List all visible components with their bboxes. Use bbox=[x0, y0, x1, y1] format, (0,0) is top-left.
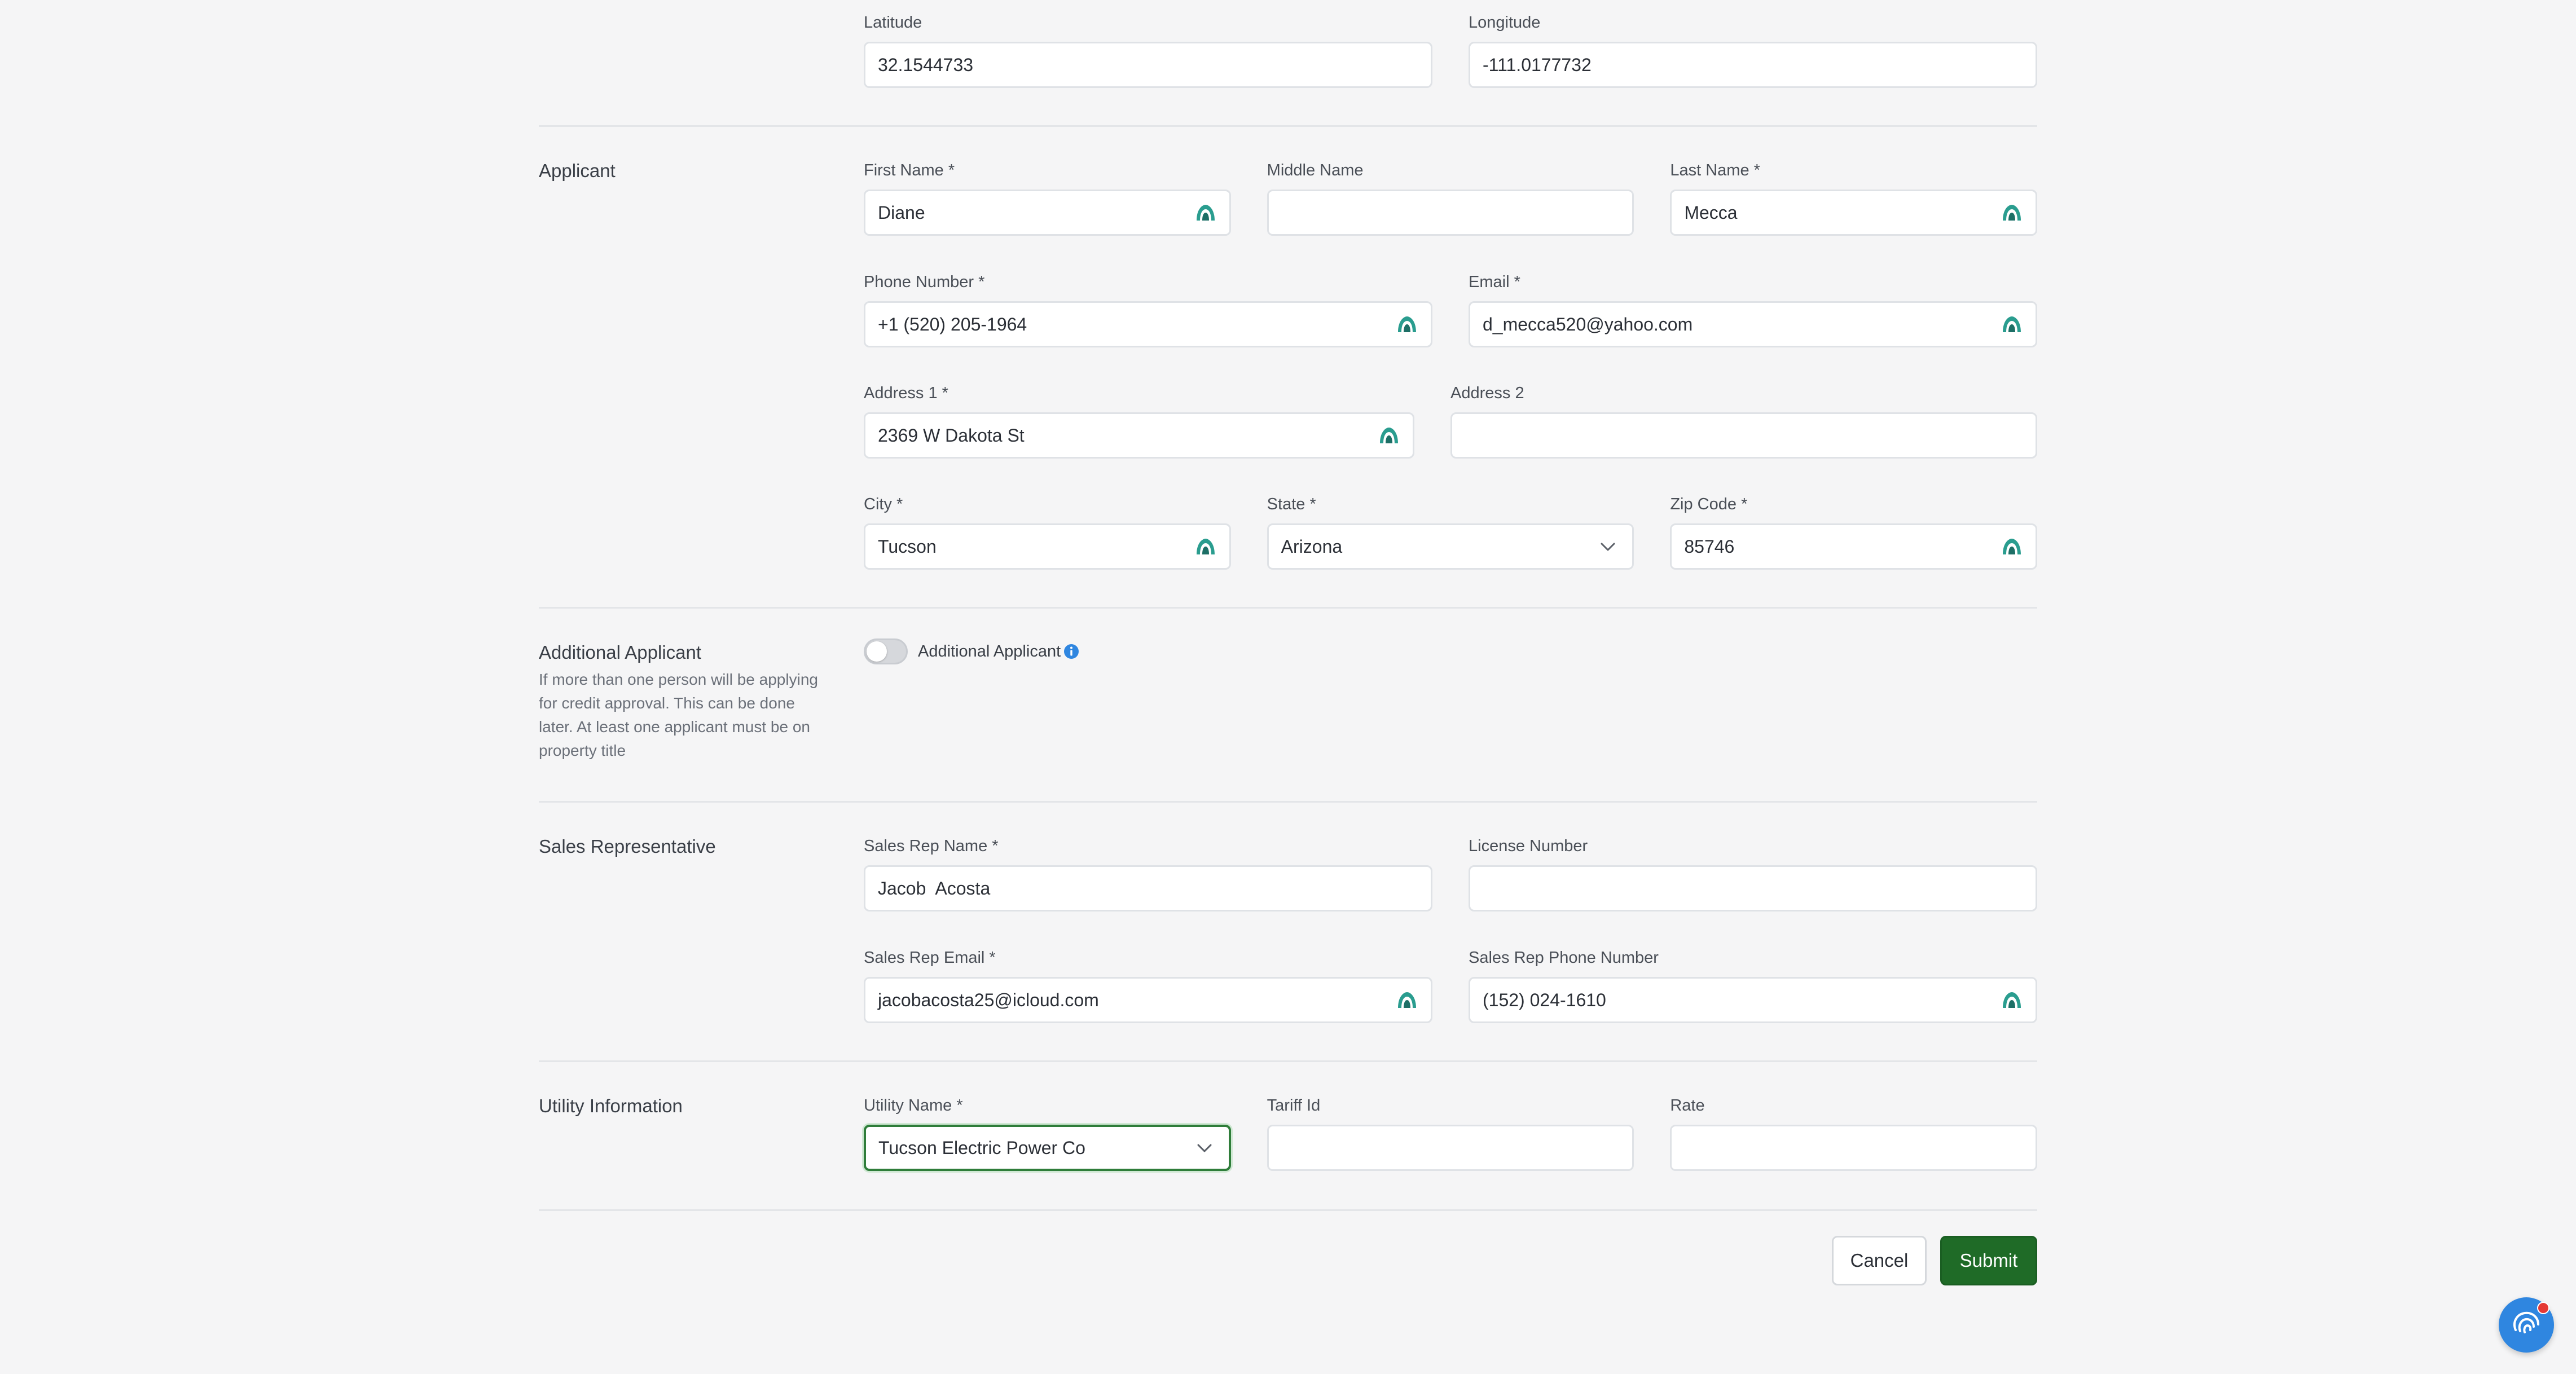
last-name-field: Last Name * Mecca bbox=[1670, 159, 2038, 236]
chevron-down-icon bbox=[1197, 1144, 1212, 1152]
additional-applicant-toggle-label: Additional Applicant bbox=[918, 642, 1061, 660]
rate-input[interactable] bbox=[1670, 1125, 2038, 1171]
phone-label: Phone Number * bbox=[864, 273, 985, 291]
additional-applicant-title: Additional Applicant bbox=[539, 642, 702, 663]
utility-name-field: Utility Name * Tucson Electric Power Co bbox=[864, 1094, 1231, 1171]
longitude-field: Longitude -111.0177732 bbox=[1469, 11, 2037, 88]
email-label: Email * bbox=[1469, 273, 1520, 291]
address1-input[interactable]: 2369 W Dakota St bbox=[864, 412, 1414, 459]
sales-rep-section: Sales Representative Sales Rep Name * Ja… bbox=[539, 801, 2037, 1062]
chevron-down-icon bbox=[1601, 543, 1615, 551]
license-number-input[interactable] bbox=[1469, 865, 2037, 911]
sales-rep-phone-label: Sales Rep Phone Number bbox=[1469, 949, 1659, 967]
rate-field: Rate bbox=[1670, 1094, 2038, 1171]
address1-field: Address 1 * 2369 W Dakota St bbox=[864, 382, 1414, 459]
first-name-field: First Name * Diane bbox=[864, 159, 1231, 236]
city-label: City * bbox=[864, 495, 903, 513]
sales-rep-name-input[interactable]: Jacob Acosta bbox=[864, 865, 1432, 911]
address2-field: Address 2 bbox=[1450, 382, 2037, 459]
cancel-button[interactable]: Cancel bbox=[1832, 1236, 1927, 1285]
first-name-input[interactable]: Diane bbox=[864, 190, 1231, 236]
sales-rep-email-input[interactable]: jacobacosta25@icloud.com bbox=[864, 977, 1432, 1023]
first-name-label: First Name * bbox=[864, 161, 955, 179]
submit-button[interactable]: Submit bbox=[1940, 1236, 2037, 1285]
latitude-field: Latitude 32.1544733 bbox=[864, 11, 1432, 88]
tariff-id-input[interactable] bbox=[1267, 1125, 1634, 1171]
autofill-icon[interactable] bbox=[1194, 535, 1217, 558]
city-field: City * Tucson bbox=[864, 493, 1231, 570]
latitude-label: Latitude bbox=[864, 14, 922, 32]
zip-label: Zip Code * bbox=[1670, 495, 1748, 513]
utility-name-select[interactable]: Tucson Electric Power Co bbox=[864, 1125, 1231, 1171]
middle-name-field: Middle Name bbox=[1267, 159, 1634, 236]
autofill-icon[interactable] bbox=[2001, 201, 2023, 224]
address2-label: Address 2 bbox=[1450, 384, 1524, 402]
last-name-input[interactable]: Mecca bbox=[1670, 190, 2038, 236]
applicant-section: Applicant First Name * Diane Middle Name… bbox=[539, 125, 2038, 609]
state-label: State * bbox=[1267, 495, 1316, 513]
state-select[interactable]: Arizona bbox=[1267, 523, 1634, 570]
autofill-icon[interactable] bbox=[2001, 313, 2023, 336]
autofill-icon[interactable] bbox=[1396, 313, 1418, 336]
middle-name-label: Middle Name bbox=[1267, 161, 1364, 179]
rate-label: Rate bbox=[1670, 1096, 1705, 1115]
utility-name-label: Utility Name * bbox=[864, 1096, 963, 1115]
email-field: Email * d_mecca520@yahoo.com bbox=[1469, 271, 2037, 347]
additional-applicant-section: Additional Applicant If more than one pe… bbox=[539, 607, 2037, 803]
license-number-field: License Number bbox=[1469, 835, 2037, 911]
latitude-input[interactable]: 32.1544733 bbox=[864, 42, 1432, 88]
middle-name-input[interactable] bbox=[1267, 190, 1634, 236]
autofill-icon[interactable] bbox=[2001, 535, 2023, 558]
sales-rep-title: Sales Representative bbox=[539, 836, 716, 857]
autofill-icon[interactable] bbox=[1396, 989, 1418, 1011]
phone-field: Phone Number * +1 (520) 205-1964 bbox=[864, 271, 1432, 347]
longitude-input[interactable]: -111.0177732 bbox=[1469, 42, 2037, 88]
autofill-icon[interactable] bbox=[1378, 424, 1400, 447]
longitude-label: Longitude bbox=[1469, 14, 1541, 32]
additional-applicant-toggle-row: Additional Applicant bbox=[864, 638, 1080, 664]
zip-input[interactable]: 85746 bbox=[1670, 523, 2038, 570]
sales-rep-name-label: Sales Rep Name * bbox=[864, 837, 999, 855]
chat-support-button[interactable] bbox=[2499, 1297, 2554, 1353]
info-icon[interactable] bbox=[1063, 643, 1080, 660]
tariff-id-field: Tariff Id bbox=[1267, 1094, 1634, 1171]
last-name-label: Last Name * bbox=[1670, 161, 1760, 179]
additional-applicant-description: If more than one person will be applying… bbox=[539, 671, 818, 759]
address2-input[interactable] bbox=[1450, 412, 2037, 459]
toggle-knob bbox=[867, 641, 887, 662]
additional-applicant-toggle[interactable] bbox=[864, 638, 908, 664]
sales-rep-phone-input[interactable]: (152) 024-1610 bbox=[1469, 977, 2037, 1023]
autofill-icon[interactable] bbox=[2001, 989, 2023, 1011]
email-input[interactable]: d_mecca520@yahoo.com bbox=[1469, 301, 2037, 347]
tariff-id-label: Tariff Id bbox=[1267, 1096, 1321, 1115]
address1-label: Address 1 * bbox=[864, 384, 948, 402]
sales-rep-email-field: Sales Rep Email * jacobacosta25@icloud.c… bbox=[864, 946, 1432, 1023]
autofill-icon[interactable] bbox=[1194, 201, 1217, 224]
sales-rep-name-field: Sales Rep Name * Jacob Acosta bbox=[864, 835, 1432, 911]
location-section: Latitude 32.1544733 Longitude -111.01777… bbox=[539, 0, 2037, 127]
state-field: State * Arizona bbox=[1267, 493, 1634, 570]
applicant-section-title: Applicant bbox=[539, 160, 616, 181]
utility-title: Utility Information bbox=[539, 1095, 683, 1116]
license-number-label: License Number bbox=[1469, 837, 1588, 855]
city-input[interactable]: Tucson bbox=[864, 523, 1231, 570]
utility-section: Utility Information Utility Name * Tucso… bbox=[539, 1060, 2038, 1211]
sales-rep-email-label: Sales Rep Email * bbox=[864, 949, 996, 967]
zip-field: Zip Code * 85746 bbox=[1670, 493, 2038, 570]
sales-rep-phone-field: Sales Rep Phone Number (152) 024-1610 bbox=[1469, 946, 2037, 1023]
phone-input[interactable]: +1 (520) 205-1964 bbox=[864, 301, 1432, 347]
notification-dot bbox=[2537, 1302, 2549, 1314]
